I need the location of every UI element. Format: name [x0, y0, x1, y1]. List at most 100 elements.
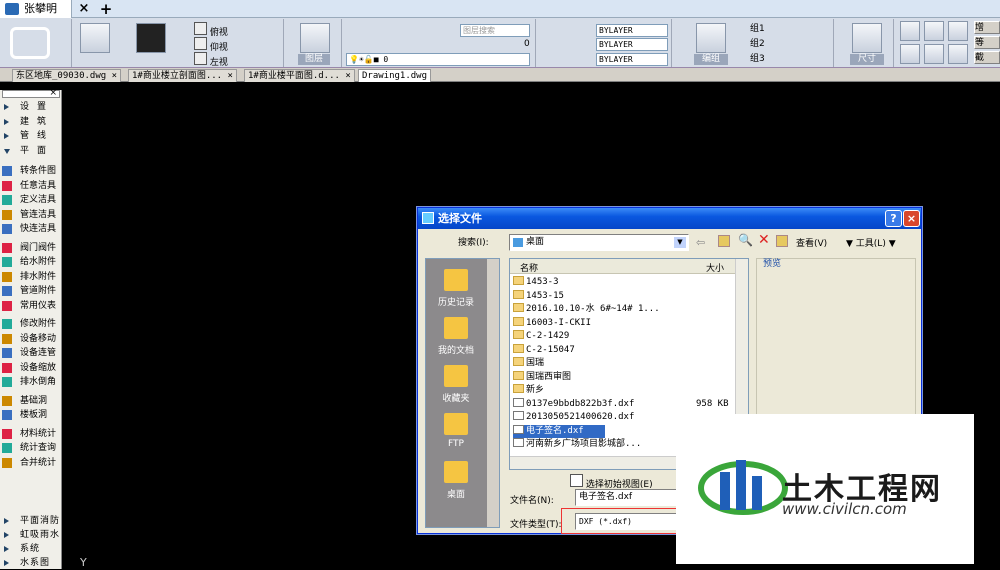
group-item-1[interactable]: 组1 — [750, 23, 765, 36]
sidebar-bottom-category[interactable]: 系统 — [0, 542, 62, 556]
file-row[interactable]: 2013050521400620.dxf — [513, 411, 634, 424]
edit-group-icon[interactable] — [696, 23, 726, 53]
view-bottom[interactable]: 仰视 — [194, 37, 228, 53]
sidebar-tool-item[interactable]: 任意洁具 — [0, 179, 62, 193]
doc-tab-4[interactable]: Drawing1.dwg — [358, 69, 432, 82]
sidebar-header: × — [2, 88, 60, 98]
dialog-close-button[interactable]: × — [903, 210, 920, 227]
place-item[interactable]: 我的文档 — [426, 311, 486, 357]
app-tab[interactable]: 张攀明 — [0, 0, 72, 18]
sidebar-tool-item[interactable]: 快连洁具 — [0, 222, 62, 236]
search-web-icon[interactable]: 🔍 — [738, 233, 753, 247]
file-row[interactable]: 国瑞西审图 — [513, 370, 571, 384]
place-item[interactable]: 历史记录 — [426, 263, 486, 309]
sidebar-tool-item[interactable]: 楼板洞 — [0, 408, 62, 422]
col-size-header[interactable]: 大小 — [706, 261, 724, 274]
doc-tab-3[interactable]: 1#商业楼平面图.d... × — [244, 69, 355, 82]
col-name-header[interactable]: 名称 — [520, 261, 538, 274]
file-row[interactable]: C-2-1429 — [513, 330, 569, 343]
current-layer-select[interactable]: 💡☀🔓■ 0 — [346, 53, 530, 66]
doc-tab-2[interactable]: 1#商业楼立剖面图... × — [128, 69, 237, 82]
linetype-select[interactable]: BYLAYER — [596, 38, 668, 51]
tool-icon — [2, 428, 12, 439]
sidebar-tool-item[interactable]: 修改附件 — [0, 317, 62, 331]
new-tab-icon[interactable]: + — [98, 1, 114, 17]
delete-icon[interactable]: ✕ — [758, 232, 770, 248]
file-row[interactable]: 1453-15 — [513, 289, 564, 303]
right-tool-2[interactable]: 等 — [974, 36, 1000, 49]
sidebar-close-icon[interactable]: × — [49, 88, 57, 98]
sidebar-category[interactable]: 建筑 — [0, 115, 62, 129]
file-row[interactable]: 16003-I-CKII — [513, 316, 591, 330]
tool-icon — [2, 457, 12, 468]
sidebar-tool-item[interactable]: 设备缩放 — [0, 361, 62, 375]
sidebar-category[interactable]: 平面 — [0, 144, 62, 158]
sidebar-tool-item[interactable]: 常用仪表 — [0, 299, 62, 313]
chevron-down-icon[interactable]: ▼ — [674, 237, 686, 248]
sidebar-tool-item[interactable]: 合并统计 — [0, 456, 62, 470]
sidebar-category[interactable]: 管线 — [0, 129, 62, 143]
place-item[interactable]: FTP — [426, 407, 486, 453]
file-row[interactable]: 1453-3 — [513, 276, 559, 289]
draw-tool-icon[interactable] — [900, 44, 920, 64]
file-row[interactable]: 河南新乡广场项目影城部... — [513, 438, 641, 451]
dimension-icon[interactable] — [852, 23, 882, 53]
draw-tool-icon[interactable] — [924, 21, 944, 41]
sidebar-tool-item[interactable]: 管道附件 — [0, 284, 62, 298]
sidebar-bottom-category[interactable]: 虹吸雨水 — [0, 528, 62, 542]
sidebar-tool-item[interactable]: 基础洞 — [0, 394, 62, 408]
help-button[interactable]: ? — [885, 210, 902, 227]
sidebar-tool-item[interactable]: 设备移动 — [0, 332, 62, 346]
sidebar-tool-item[interactable]: 排水倒角 — [0, 375, 62, 389]
color-select[interactable]: BYLAYER — [596, 24, 668, 37]
layer-search-input[interactable]: 图层搜索 — [460, 24, 530, 37]
sidebar-tool-item[interactable]: 材料统计 — [0, 427, 62, 441]
file-row[interactable]: 新乡 — [513, 384, 544, 397]
initial-view-checkbox[interactable]: 选择初始视图(E) — [570, 474, 653, 490]
new-folder-icon[interactable] — [776, 235, 788, 247]
sidebar-tool-item[interactable]: 阀门阀件 — [0, 241, 62, 255]
sidebar-bottom-category[interactable]: 平面消防 — [0, 514, 62, 528]
close-tab-icon[interactable]: × — [76, 1, 92, 17]
view-menu[interactable]: 查看(V) — [796, 236, 827, 249]
back-icon[interactable]: ⇦ — [696, 236, 705, 249]
file-row[interactable]: 0137e9bbdb822b3f.dxf — [513, 397, 634, 411]
place-item[interactable]: 桌面 — [426, 455, 486, 501]
file-row[interactable]: 2016.10.10-水 6#~14# 1... — [513, 303, 660, 316]
right-tool-1[interactable]: 增 — [974, 21, 1000, 34]
draw-tool-icon[interactable] — [900, 21, 920, 41]
right-tool-3[interactable]: 截 — [974, 51, 1000, 64]
layer-stack-icon[interactable] — [300, 23, 330, 53]
draw-tool-icon[interactable] — [924, 44, 944, 64]
file-row[interactable]: C-2-15047 — [513, 343, 575, 357]
sidebar-tool-item[interactable]: 统计查询 — [0, 441, 62, 455]
file-row[interactable]: 国瑞 — [513, 357, 544, 370]
filename-input[interactable]: 电子签名.dxf — [575, 489, 685, 506]
sidebar-bottom-category[interactable]: 水系图 — [0, 556, 62, 570]
print-icon[interactable] — [80, 23, 110, 53]
draw-tool-icon[interactable] — [948, 21, 968, 41]
chevron-right-icon — [4, 118, 9, 125]
viewport-icon[interactable] — [136, 23, 166, 53]
tools-menu[interactable]: ▼ 工具(L) ▼ — [846, 236, 896, 249]
sidebar-tool-item[interactable]: 转条件图 — [0, 164, 62, 178]
sidebar-tool-item[interactable]: 设备连管 — [0, 346, 62, 360]
group-item-2[interactable]: 组2 — [750, 38, 765, 51]
view-top[interactable]: 俯视 — [194, 22, 228, 38]
place-item[interactable]: 收藏夹 — [426, 359, 486, 405]
doc-tab-1[interactable]: 东区地库_09030.dwg × — [12, 69, 122, 82]
up-folder-icon[interactable] — [718, 235, 730, 247]
view-left[interactable]: 左视 — [194, 52, 228, 68]
sidebar-tool-item[interactable]: 定义洁具 — [0, 193, 62, 207]
search-location-select[interactable]: 桌面 ▼ — [509, 234, 689, 251]
draw-tool-icon[interactable] — [948, 44, 968, 64]
file-row[interactable]: 电子签名.dxf — [513, 424, 605, 438]
lineweight-select[interactable]: BYLAYER — [596, 53, 668, 66]
group-item-3[interactable]: 组3 — [750, 53, 765, 66]
places-scrollbar[interactable] — [487, 259, 499, 527]
sidebar-category[interactable]: 设置 — [0, 100, 62, 114]
sidebar-tool-item[interactable]: 给水附件 — [0, 255, 62, 269]
sidebar-tool-item[interactable]: 排水附件 — [0, 270, 62, 284]
sidebar-tool-item[interactable]: 管连洁具 — [0, 208, 62, 222]
group-panel: 编组 组1 组2 组3 — [674, 19, 834, 67]
